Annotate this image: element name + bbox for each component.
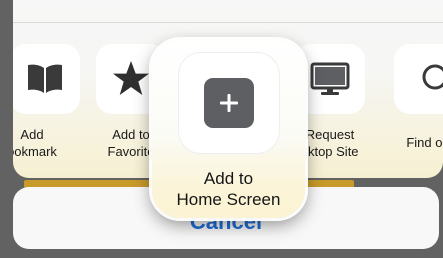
divider <box>13 22 443 23</box>
find-on-page-label: Find on <box>406 135 443 150</box>
add-bookmark-button[interactable] <box>13 44 80 114</box>
add-bookmark-label: Add ookmark <box>13 127 57 159</box>
add-to-home-screen-tile <box>179 53 279 153</box>
magnifier-icon <box>422 64 443 90</box>
add-to-home-screen-label: Add to Home Screen <box>176 169 281 209</box>
add-to-home-screen-button[interactable]: Add to Home Screen <box>152 40 305 218</box>
book-icon <box>28 64 62 93</box>
star-icon <box>113 61 149 95</box>
request-desktop-site-button[interactable] <box>295 44 365 114</box>
plus-square-icon <box>204 78 254 128</box>
monitor-icon <box>310 62 350 95</box>
find-on-page-button[interactable] <box>394 44 443 114</box>
